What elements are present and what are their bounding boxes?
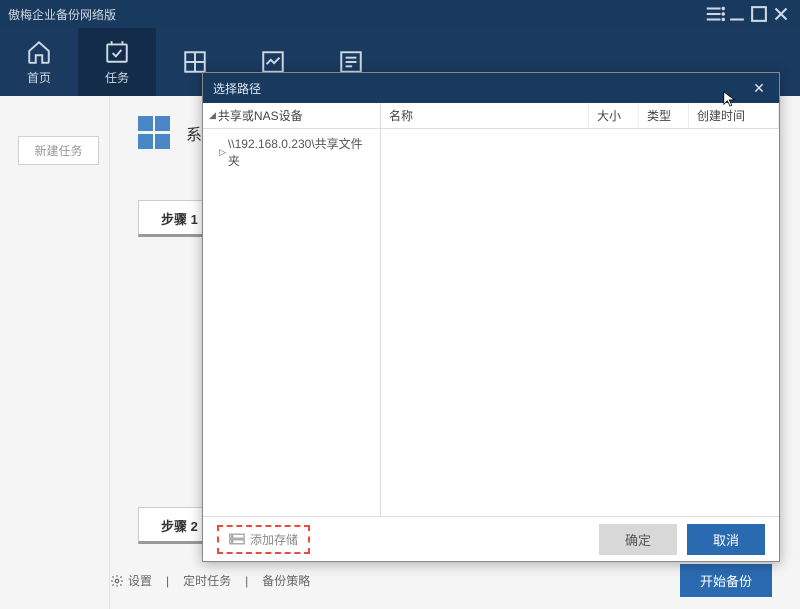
policy-link[interactable]: 备份策略	[262, 572, 310, 589]
window-title: 傲梅企业备份网络版	[8, 6, 704, 23]
tree-root[interactable]: ◢ 共享或NAS设备	[203, 103, 380, 129]
storage-icon	[229, 532, 245, 546]
settings-link[interactable]: 设置	[110, 572, 152, 589]
windows-logo-icon	[138, 116, 172, 150]
col-size[interactable]: 大小	[589, 103, 639, 128]
col-name[interactable]: 名称	[381, 103, 589, 128]
file-list-header: 名称 大小 类型 创建时间	[381, 103, 779, 129]
divider: |	[245, 574, 248, 588]
col-time[interactable]: 创建时间	[689, 103, 779, 128]
toolbar-home[interactable]: 首页	[0, 28, 78, 96]
dialog-title: 选择路径	[213, 80, 749, 97]
new-task-button[interactable]: 新建任务	[18, 136, 99, 165]
minimize-icon[interactable]	[726, 3, 748, 25]
select-path-dialog: 选择路径 ✕ ◢ 共享或NAS设备 ▷ \\192.168.0.230\共享文件…	[202, 72, 780, 562]
dialog-titlebar: 选择路径 ✕	[203, 73, 779, 103]
home-icon	[26, 39, 52, 65]
close-window-icon[interactable]	[770, 3, 792, 25]
window-titlebar: 傲梅企业备份网络版	[0, 0, 800, 28]
tree-panel: ◢ 共享或NAS设备 ▷ \\192.168.0.230\共享文件夹	[203, 103, 381, 516]
dialog-close-icon[interactable]: ✕	[749, 78, 769, 98]
gear-icon	[110, 574, 124, 588]
maximize-icon[interactable]	[748, 3, 770, 25]
ok-button[interactable]: 确定	[599, 524, 677, 555]
tree-item-share[interactable]: ▷ \\192.168.0.230\共享文件夹	[203, 129, 380, 175]
dialog-footer: 添加存储 确定 取消	[203, 517, 779, 561]
triangle-down-icon: ◢	[209, 110, 216, 121]
dialog-body: ◢ 共享或NAS设备 ▷ \\192.168.0.230\共享文件夹 名称 大小…	[203, 103, 779, 517]
start-backup-button[interactable]: 开始备份	[680, 564, 772, 597]
calendar-check-icon	[104, 39, 130, 65]
left-sidebar: 新建任务	[0, 96, 110, 609]
system-label: 系	[186, 121, 202, 145]
col-type[interactable]: 类型	[639, 103, 689, 128]
triangle-right-icon: ▷	[219, 147, 226, 158]
file-list-panel: 名称 大小 类型 创建时间	[381, 103, 779, 516]
add-storage-button[interactable]: 添加存储	[217, 525, 310, 554]
toolbar-tasks[interactable]: 任务	[78, 28, 156, 96]
schedule-link[interactable]: 定时任务	[183, 572, 231, 589]
menu-list-icon[interactable]	[704, 3, 726, 25]
divider: |	[166, 574, 169, 588]
cancel-button[interactable]: 取消	[687, 524, 765, 555]
bottom-bar: 设置 | 定时任务 | 备份策略 开始备份	[110, 564, 772, 597]
